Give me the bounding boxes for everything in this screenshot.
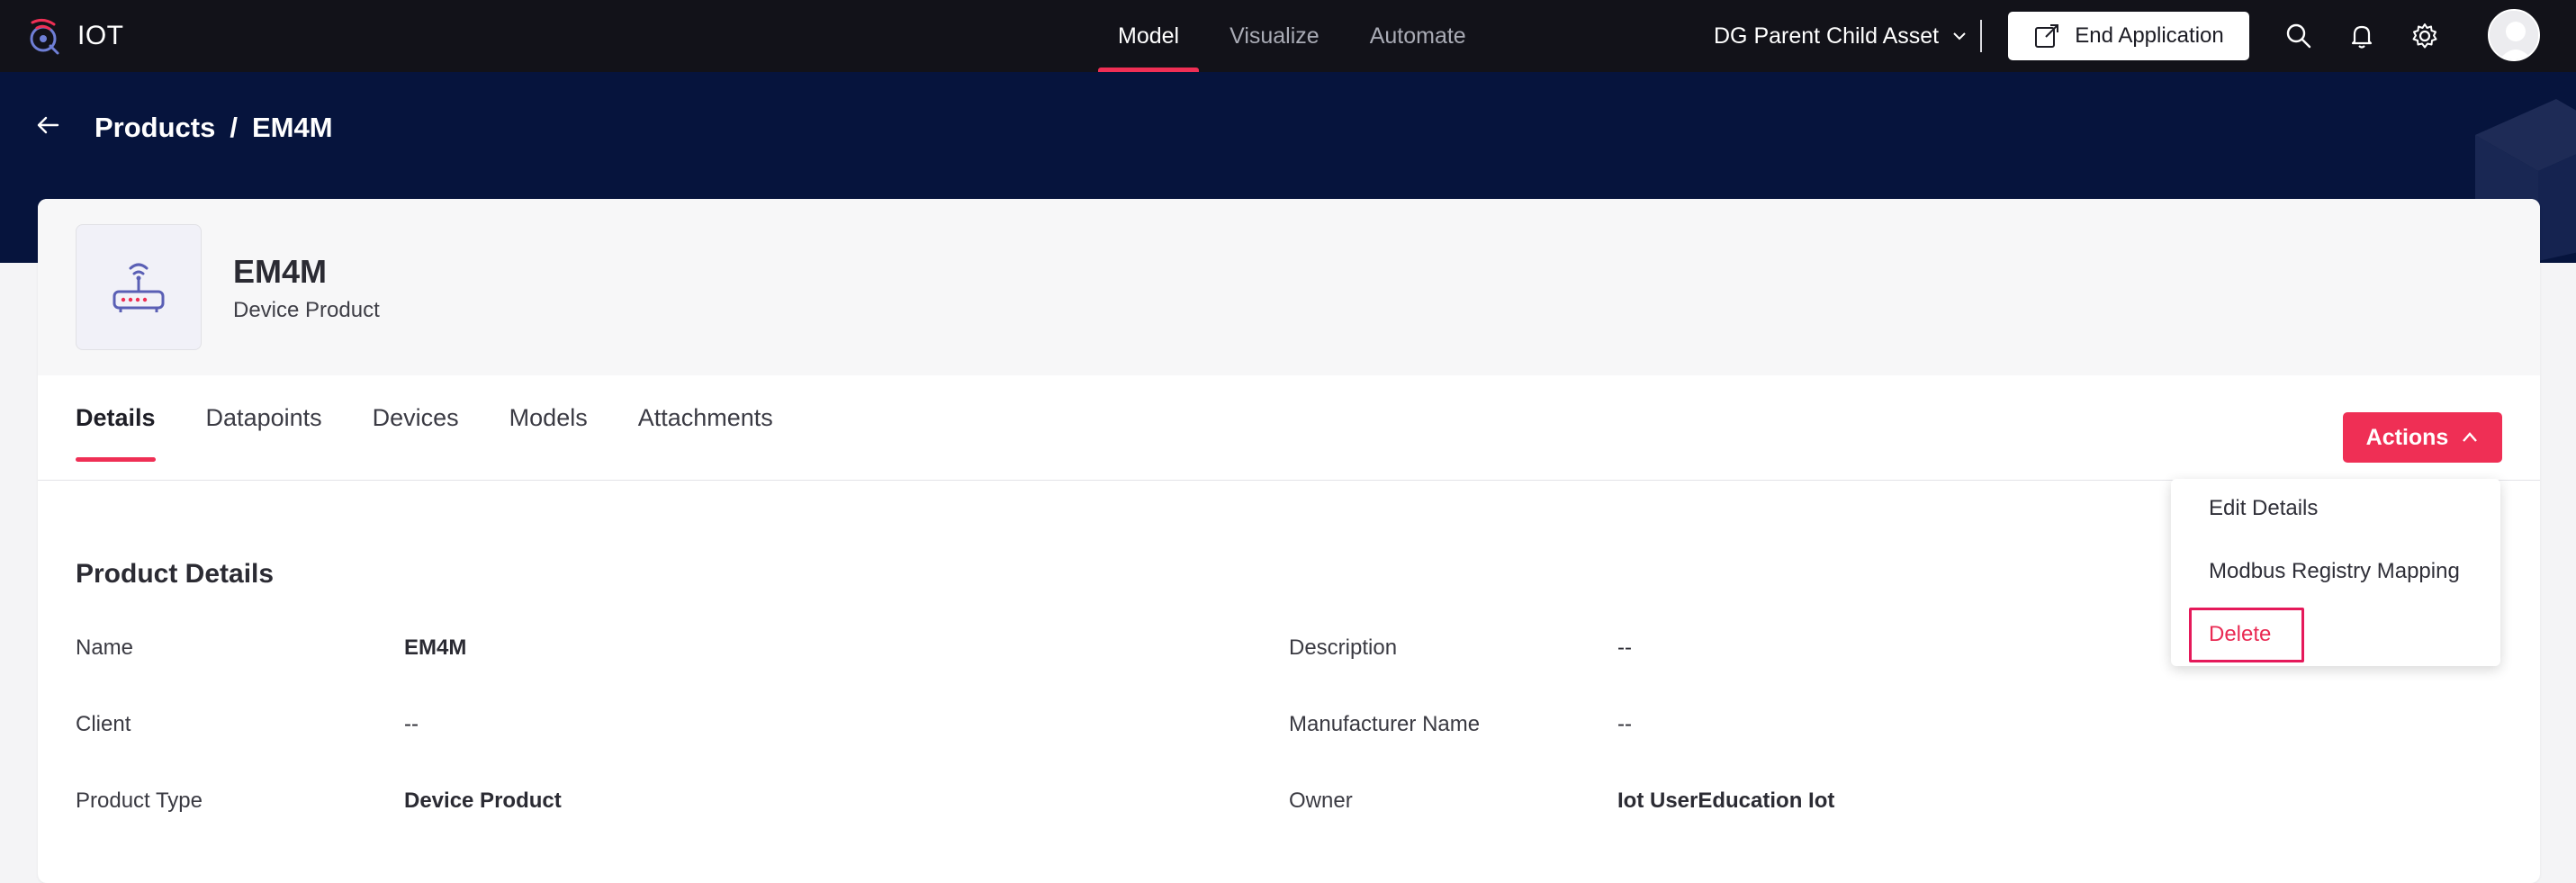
product-icon-box xyxy=(76,224,202,350)
product-subtitle: Device Product xyxy=(233,298,380,322)
back-arrow-icon[interactable] xyxy=(32,110,63,140)
field-label-name: Name xyxy=(76,635,134,660)
router-icon xyxy=(113,263,165,312)
tab-devices[interactable]: Devices xyxy=(373,404,459,462)
top-navigation-bar: IOT Model Visualize Automate DG Parent C… xyxy=(0,0,2576,72)
product-summary-header: EM4M Device Product xyxy=(38,199,2540,375)
external-link-icon xyxy=(2035,24,2059,48)
field-value-product-type: Device Product xyxy=(404,788,562,813)
nav-tab-model[interactable]: Model xyxy=(1093,0,1204,72)
actions-dropdown-menu: Edit Details Modbus Registry Mapping Del… xyxy=(2171,479,2500,666)
breadcrumb-separator: / xyxy=(230,112,238,143)
field-label-manufacturer-name: Manufacturer Name xyxy=(1289,712,1481,736)
breadcrumb-products-link[interactable]: Products xyxy=(95,112,215,144)
field-value-owner: Iot UserEducation Iot xyxy=(1617,788,1835,813)
application-selector-label: DG Parent Child Asset xyxy=(1714,23,1940,49)
user-avatar-icon xyxy=(2490,11,2538,59)
field-label-product-type: Product Type xyxy=(76,788,203,813)
product-title: EM4M xyxy=(233,253,328,290)
actions-button[interactable]: Actions xyxy=(2343,412,2502,463)
end-application-button[interactable]: End Application xyxy=(2008,12,2249,60)
menu-item-delete[interactable]: Delete xyxy=(2209,622,2271,647)
settings-button[interactable] xyxy=(2407,18,2443,54)
field-label-description: Description xyxy=(1289,635,1398,660)
gear-icon xyxy=(2412,23,2437,49)
breadcrumb-current: EM4M xyxy=(251,112,333,143)
field-label-owner: Owner xyxy=(1289,788,1353,813)
breadcrumb: Products / EM4M xyxy=(95,112,333,144)
search-icon xyxy=(2286,23,2311,49)
tabs-divider xyxy=(38,480,2540,481)
field-value-client: -- xyxy=(404,712,419,736)
tab-models[interactable]: Models xyxy=(509,404,588,462)
actions-button-label: Actions xyxy=(2365,424,2449,450)
brand-logo-icon xyxy=(30,18,59,55)
product-tabs: Details Datapoints Devices Models Attach… xyxy=(76,404,773,462)
tab-attachments[interactable]: Attachments xyxy=(638,404,773,462)
menu-item-edit-details[interactable]: Edit Details xyxy=(2209,496,2318,521)
nav-divider xyxy=(1980,20,1982,52)
application-selector[interactable]: DG Parent Child Asset xyxy=(1714,0,1968,72)
tab-details[interactable]: Details xyxy=(76,404,156,462)
avatar[interactable] xyxy=(2488,9,2540,61)
nav-tab-automate[interactable]: Automate xyxy=(1345,0,1491,72)
menu-item-modbus-registry-mapping[interactable]: Modbus Registry Mapping xyxy=(2209,559,2460,584)
chevron-down-icon xyxy=(1953,32,1966,41)
chevron-up-icon xyxy=(2463,432,2478,442)
tab-datapoints[interactable]: Datapoints xyxy=(206,404,322,462)
search-button[interactable] xyxy=(2281,18,2317,54)
bell-icon xyxy=(2351,25,2373,49)
field-label-client: Client xyxy=(76,712,131,736)
brand[interactable]: IOT xyxy=(23,0,124,72)
main-nav-tabs: Model Visualize Automate xyxy=(1093,0,1491,72)
field-value-description: -- xyxy=(1617,635,1632,660)
nav-tab-visualize[interactable]: Visualize xyxy=(1204,0,1345,72)
product-card: EM4M Device Product Details Datapoints D… xyxy=(38,199,2540,883)
notifications-button[interactable] xyxy=(2344,18,2380,54)
section-title-product-details: Product Details xyxy=(76,559,275,589)
field-value-manufacturer-name: -- xyxy=(1617,712,1632,736)
end-application-label: End Application xyxy=(2075,23,2224,48)
brand-name: IOT xyxy=(77,21,124,50)
field-value-name: EM4M xyxy=(404,635,467,660)
